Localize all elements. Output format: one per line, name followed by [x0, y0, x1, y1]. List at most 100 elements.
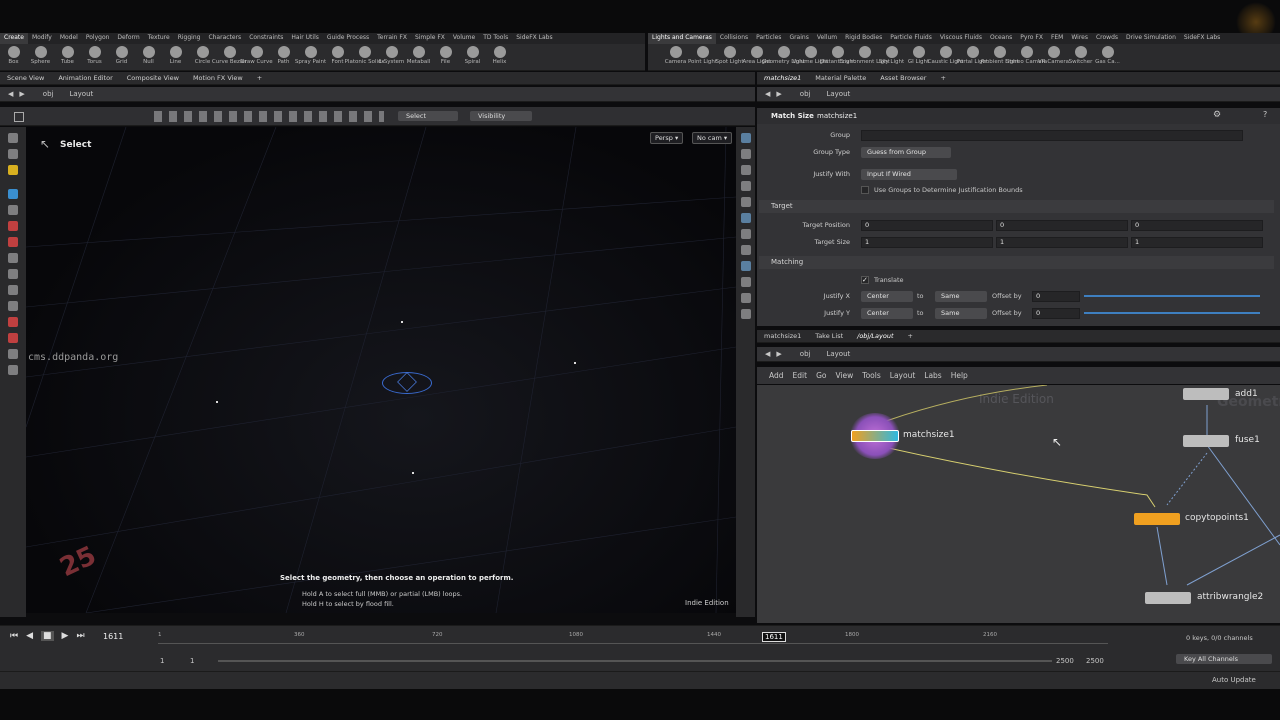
tab-material-palette[interactable]: Material Palette: [808, 74, 873, 82]
shelf-tool-sky-light[interactable]: Sky Light: [878, 44, 905, 71]
shelf-tool-vr-camera[interactable]: VR Camera: [1038, 44, 1069, 71]
shelf-tab-create[interactable]: Create: [0, 33, 28, 44]
shelf-tab-drive-simulation[interactable]: Drive Simulation: [1122, 33, 1180, 44]
range-slider[interactable]: [218, 660, 1052, 662]
play-icon[interactable]: ▶: [62, 631, 69, 641]
group-type-menu[interactable]: Guess from Group: [861, 146, 951, 158]
range-start[interactable]: 1: [160, 657, 164, 665]
tab-take-list[interactable]: Take List: [808, 332, 850, 340]
shelf-tab-particle-fluids[interactable]: Particle Fluids: [886, 33, 936, 44]
shelf-tab-polygon[interactable]: Polygon: [82, 33, 114, 44]
shelf-tab-lights-and-cameras[interactable]: Lights and Cameras: [648, 33, 716, 44]
shelf-tab-collisions[interactable]: Collisions: [716, 33, 752, 44]
shelf-tab-sidefx-labs[interactable]: SideFX Labs: [1180, 33, 1224, 44]
shelf-tab-sidefx-labs[interactable]: SideFX Labs: [512, 33, 556, 44]
target-size-z[interactable]: 1: [1131, 236, 1263, 248]
justify-with-menu[interactable]: Input If Wired: [861, 168, 957, 180]
shelf-tab-pyro-fx[interactable]: Pyro FX: [1016, 33, 1047, 44]
shelf-tool-font[interactable]: Font: [324, 44, 351, 71]
tab-scene-view[interactable]: Scene View: [0, 74, 51, 82]
viewport-grid-icon[interactable]: [14, 112, 24, 122]
matchsize1-node[interactable]: [851, 430, 899, 442]
shelf-tool-stereo-camera[interactable]: Stereo Camera: [1006, 44, 1047, 71]
target-position-y[interactable]: 0: [996, 219, 1128, 231]
back-arrow-icon[interactable]: ◀: [765, 350, 770, 358]
shelf-tool-path[interactable]: Path: [270, 44, 297, 71]
justify-y-slider[interactable]: [1084, 312, 1260, 314]
back-arrow-icon[interactable]: ◀: [8, 90, 13, 98]
shelf-tool-tube[interactable]: Tube: [54, 44, 81, 71]
menu-layout[interactable]: Layout: [890, 371, 916, 380]
forward-arrow-icon[interactable]: ▶: [776, 350, 781, 358]
points-icon[interactable]: [740, 229, 751, 239]
shelf-tool-caustic-light[interactable]: Caustic Light: [928, 44, 963, 71]
justify-y-offset[interactable]: 0: [1032, 307, 1080, 319]
shelf-tool-spiral[interactable]: Spiral: [459, 44, 486, 71]
tab-obj-layout[interactable]: /obj/Layout: [850, 332, 900, 340]
shading-icon[interactable]: [740, 181, 751, 191]
mirror-icon[interactable]: [8, 285, 18, 295]
key-channels-menu[interactable]: Key All Channels: [1176, 654, 1272, 664]
justify-x-to-menu[interactable]: Same: [935, 290, 987, 302]
shelf-tool-curve-bezier[interactable]: Curve Bezier: [212, 44, 247, 71]
shelf-tool-platonic-solids[interactable]: Platonic Solids: [345, 44, 384, 71]
shelf-tab-grains[interactable]: Grains: [785, 33, 812, 44]
help-icon[interactable]: ?: [1263, 110, 1267, 119]
path-current[interactable]: Layout: [826, 90, 850, 98]
tab-animation-editor[interactable]: Animation Editor: [51, 74, 119, 82]
menu-add[interactable]: Add: [769, 371, 784, 380]
shelf-tool-volume-light[interactable]: Volume Light: [793, 44, 828, 71]
copytopoints1-node[interactable]: [1134, 513, 1180, 525]
forward-arrow-icon[interactable]: ▶: [19, 90, 24, 98]
shelf-tool-ambient-light[interactable]: Ambient Light: [980, 44, 1019, 71]
shelf-tool-geometry-light[interactable]: Geometry Light: [762, 44, 805, 71]
justify-y-to-menu[interactable]: Same: [935, 307, 987, 319]
shelf-tool-metaball[interactable]: Metaball: [405, 44, 432, 71]
shelf-tool-gas-ca[interactable]: Gas Ca...: [1094, 44, 1121, 71]
shelf-tab-modify[interactable]: Modify: [28, 33, 56, 44]
add-tab-button[interactable]: +: [933, 74, 952, 82]
snapshot-icon[interactable]: [740, 277, 751, 287]
justify-x-menu[interactable]: Center: [861, 290, 913, 302]
path-root[interactable]: obj: [800, 90, 811, 98]
range-end-2[interactable]: 2500: [1086, 657, 1104, 665]
timeline-ruler[interactable]: 1 360 720 1080 1440 1800 2160 1611: [158, 632, 1108, 644]
range-start-2[interactable]: 1: [190, 657, 194, 665]
menu-help[interactable]: Help: [951, 371, 968, 380]
background-icon[interactable]: [740, 293, 751, 303]
align-icon[interactable]: [8, 269, 18, 279]
grid-toggle-icon[interactable]: [740, 261, 751, 271]
step-back-icon[interactable]: ◀: [26, 631, 33, 641]
menu-go[interactable]: Go: [816, 371, 826, 380]
shelf-tab-crowds[interactable]: Crowds: [1092, 33, 1122, 44]
menu-tools[interactable]: Tools: [862, 371, 880, 380]
magnet-icon[interactable]: [8, 237, 18, 247]
justify-x-offset[interactable]: 0: [1032, 290, 1080, 302]
lighting-icon[interactable]: [740, 213, 751, 223]
shelf-tab-texture[interactable]: Texture: [144, 33, 174, 44]
add1-node[interactable]: [1183, 388, 1229, 400]
shelf-tool-helix[interactable]: Helix: [486, 44, 513, 71]
use-groups-checkbox[interactable]: [861, 186, 869, 194]
normals-icon[interactable]: [740, 245, 751, 255]
3d-viewport[interactable]: ↖ Select Persp ▾ No cam ▾ cms.ddpanda.or…: [26, 127, 736, 613]
jump-end-icon[interactable]: ⏭: [76, 631, 84, 641]
path-root[interactable]: obj: [43, 90, 54, 98]
shelf-tab-simple-fx[interactable]: Simple FX: [411, 33, 449, 44]
group-field[interactable]: [861, 129, 1243, 141]
shelf-tab-td-tools[interactable]: TD Tools: [479, 33, 512, 44]
shelf-tool-environment-light[interactable]: Environment Light: [839, 44, 890, 71]
shelf-tool-circle[interactable]: Circle: [189, 44, 216, 71]
handle-tool-icon[interactable]: [8, 133, 18, 143]
tab-matchsize1[interactable]: matchsize1: [757, 332, 808, 340]
add-tab-button[interactable]: +: [901, 332, 920, 340]
camera-button[interactable]: No cam ▾: [692, 132, 733, 144]
auto-update-menu[interactable]: Auto Update: [1212, 676, 1256, 684]
path-current[interactable]: Layout: [69, 90, 93, 98]
shelf-tool-draw-curve[interactable]: Draw Curve: [240, 44, 273, 71]
view-tool-icon[interactable]: [8, 149, 18, 159]
shelf-tool-spray-paint[interactable]: Spray Paint: [295, 44, 326, 71]
attribwrangle2-node[interactable]: [1145, 592, 1191, 604]
shelf-tab-vellum[interactable]: Vellum: [813, 33, 841, 44]
gear-icon[interactable]: ⚙: [1213, 110, 1221, 120]
